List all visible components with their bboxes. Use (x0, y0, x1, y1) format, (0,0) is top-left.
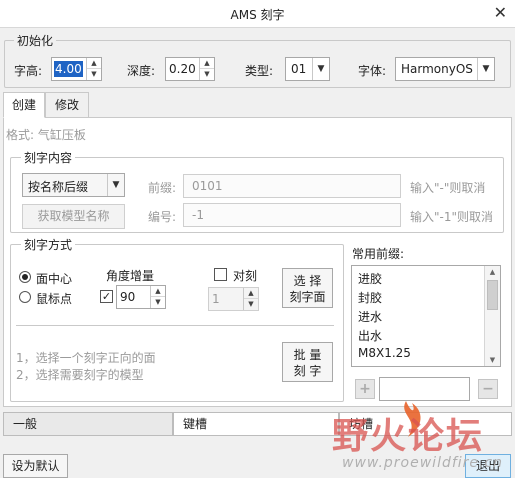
number-label: 编号: (148, 210, 177, 224)
spin-up-icon[interactable]: ▲ (151, 286, 165, 297)
depth-arrows[interactable]: ▲ ▼ (199, 58, 214, 80)
spin-up-icon[interactable]: ▲ (87, 58, 101, 69)
type-label: 类型: (245, 64, 274, 78)
symmetric-spinner[interactable]: 1 ▲ ▼ (208, 287, 259, 311)
list-item[interactable]: 打开 (358, 365, 382, 366)
window-title: AMS 刻字 (230, 8, 285, 22)
depth-spinner[interactable]: 0.20 ▲ ▼ (165, 57, 215, 81)
angle-arrows[interactable]: ▲ ▼ (150, 286, 165, 308)
section-general[interactable]: 一般 (3, 412, 173, 436)
select-face-button[interactable]: 选 择 刻字面 (282, 268, 333, 308)
spin-down-icon[interactable]: ▼ (200, 69, 214, 80)
char-height-arrows[interactable]: ▲ ▼ (86, 58, 101, 80)
tab-modify[interactable]: 修改 (45, 92, 89, 118)
depth-label: 深度: (127, 64, 156, 78)
title-bar: AMS 刻字 ✕ (0, 0, 515, 28)
symmetric-arrows: ▲ ▼ (243, 288, 258, 310)
scroll-down-icon[interactable]: ▼ (485, 354, 500, 366)
scrollbar-thumb[interactable] (487, 280, 498, 310)
remove-prefix-button[interactable]: − (478, 379, 498, 399)
number-value: -1 (192, 208, 204, 222)
chevron-down-icon[interactable]: ▼ (312, 58, 329, 80)
radio-face-center-label: 面中心 (36, 272, 73, 286)
font-label: 字体: (358, 64, 387, 78)
format-text: 格式: 气缸压板 (6, 128, 86, 142)
content-legend: 刻字内容 (21, 149, 76, 166)
tab-create[interactable]: 创建 (3, 92, 45, 118)
depth-value[interactable]: 0.20 (169, 62, 196, 76)
prefix-hint: 输入"-"则取消 (410, 181, 486, 195)
section-other[interactable]: 坊槽 (339, 412, 512, 436)
radio-mouse-point[interactable] (19, 291, 31, 303)
spin-up-icon[interactable]: ▲ (200, 58, 214, 69)
section-keyslot[interactable]: 键槽 (173, 412, 339, 436)
suffix-mode-value: 按名称后缀 (28, 180, 89, 194)
prefix-input[interactable]: 0101 (183, 174, 401, 198)
chevron-down-icon[interactable]: ▼ (107, 174, 124, 196)
prefix-label: 前缀: (148, 181, 177, 195)
angle-label: 角度增量 (106, 269, 155, 283)
radio-mouse-point-label: 鼠标点 (36, 292, 73, 306)
list-item[interactable]: 进胶 (358, 270, 382, 287)
batch-engrave-button[interactable]: 批 量 刻 字 (282, 342, 333, 382)
method-legend: 刻字方式 (21, 236, 76, 253)
symmetric-label: 对刻 (233, 269, 258, 283)
init-legend: 初始化 (14, 32, 57, 49)
angle-value[interactable]: 90 (120, 290, 135, 304)
list-scrollbar[interactable]: ▲ ▼ (484, 266, 500, 366)
type-value: 01 (291, 62, 307, 76)
add-prefix-button[interactable]: + (355, 379, 375, 399)
list-item[interactable]: M8X1.25 (358, 346, 411, 360)
radio-face-center[interactable] (19, 271, 31, 283)
scroll-up-icon[interactable]: ▲ (485, 266, 500, 278)
spin-up-icon: ▲ (244, 288, 258, 299)
angle-checkbox[interactable]: ✓ (100, 290, 113, 303)
chevron-down-icon[interactable]: ▼ (477, 58, 494, 80)
spin-down-icon[interactable]: ▼ (87, 69, 101, 80)
char-height-label: 字高: (14, 64, 43, 78)
font-value: HarmonyOS (401, 62, 473, 76)
symmetric-checkbox[interactable] (214, 268, 227, 281)
list-item[interactable]: 出水 (358, 327, 382, 344)
exit-button[interactable]: 退出 (465, 454, 511, 478)
prefix-value: 0101 (192, 179, 223, 193)
method-divider (16, 325, 334, 326)
set-default-button[interactable]: 设为默认 (3, 454, 68, 478)
spin-down-icon[interactable]: ▼ (151, 297, 165, 308)
char-height-spinner[interactable]: 4.00 ▲ ▼ (51, 57, 102, 81)
number-hint: 输入"-1"则取消 (410, 210, 494, 224)
step-1-text: 1，选择一个刻字正向的面 (16, 351, 156, 365)
plus-icon: + (359, 381, 371, 397)
symmetric-value: 1 (212, 292, 220, 306)
spin-down-icon: ▼ (248, 300, 254, 308)
angle-spinner[interactable]: 90 ▲ ▼ (116, 285, 166, 309)
list-item[interactable]: 进水 (358, 308, 382, 325)
list-item[interactable]: 封胶 (358, 289, 382, 306)
new-prefix-input[interactable] (379, 377, 470, 401)
prefixes-list[interactable]: 进胶 封胶 进水 出水 M8X1.25 打开 ▲ ▼ (351, 265, 501, 367)
type-select[interactable]: 01 ▼ (285, 57, 330, 81)
suffix-mode-select[interactable]: 按名称后缀 ▼ (22, 173, 125, 197)
minus-icon: − (482, 381, 494, 397)
close-icon[interactable]: ✕ (494, 3, 507, 22)
prefixes-label: 常用前缀: (352, 247, 405, 261)
step-2-text: 2，选择需要刻字的模型 (16, 368, 144, 382)
get-model-name-button[interactable]: 获取模型名称 (22, 204, 125, 229)
font-select[interactable]: HarmonyOS ▼ (395, 57, 495, 81)
number-input[interactable]: -1 (183, 203, 401, 227)
char-height-value[interactable]: 4.00 (54, 61, 83, 77)
